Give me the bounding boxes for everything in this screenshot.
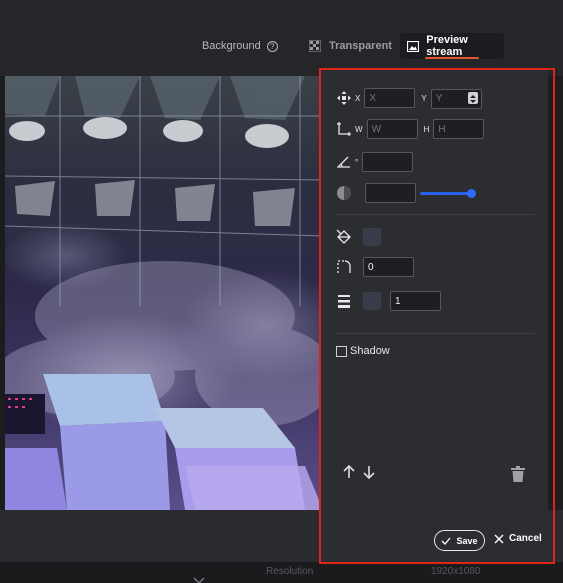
height-input[interactable] bbox=[433, 119, 485, 139]
top-toolbar: Background ? Transparent Preview stream bbox=[0, 0, 563, 76]
transparent-label: Transparent bbox=[329, 40, 392, 52]
corner-radius-icon bbox=[336, 259, 352, 275]
trash-icon[interactable] bbox=[511, 466, 525, 482]
opacity-icon bbox=[336, 185, 352, 201]
x-label: X bbox=[355, 93, 361, 103]
save-label: Save bbox=[456, 535, 478, 546]
rotation-row: ° bbox=[336, 152, 414, 172]
cancel-button[interactable]: Cancel bbox=[494, 533, 542, 544]
section-divider bbox=[336, 214, 535, 215]
image-icon bbox=[406, 38, 420, 54]
preview-stream-label: Preview stream bbox=[426, 34, 468, 58]
position-row: X Y bbox=[336, 88, 482, 109]
width-input[interactable] bbox=[366, 119, 418, 139]
dimensions-icon bbox=[336, 121, 352, 137]
transparent-tab[interactable]: Transparent bbox=[307, 33, 392, 59]
shadow-label: Shadow bbox=[350, 345, 390, 357]
size-row: W H bbox=[336, 119, 485, 139]
corner-radius-row bbox=[336, 257, 414, 277]
preview-stream-tab[interactable]: Preview stream bbox=[400, 33, 504, 59]
fill-bucket-icon bbox=[336, 229, 352, 245]
close-icon bbox=[494, 534, 504, 543]
slider-handle[interactable] bbox=[467, 188, 476, 198]
border-width-input[interactable] bbox=[390, 291, 441, 311]
stream-preview-image bbox=[5, 76, 323, 510]
background-option[interactable]: Background ? bbox=[202, 33, 278, 59]
shadow-checkbox[interactable] bbox=[336, 345, 347, 357]
fill-row bbox=[336, 228, 381, 246]
active-tab-indicator bbox=[425, 57, 479, 59]
opacity-row bbox=[336, 183, 476, 203]
section-divider bbox=[336, 333, 535, 334]
opacity-input[interactable] bbox=[365, 183, 416, 203]
background-label: Background bbox=[202, 40, 261, 52]
angle-icon bbox=[336, 154, 352, 170]
editor-window: Background ? Transparent Preview stream … bbox=[0, 0, 563, 583]
h-label: H bbox=[423, 124, 430, 134]
border-width-icon bbox=[336, 293, 352, 309]
check-icon bbox=[442, 537, 451, 545]
save-button[interactable]: Save bbox=[434, 530, 485, 551]
fill-color-swatch[interactable] bbox=[363, 228, 381, 246]
footer-bar: Resolution 1920x1080 bbox=[0, 562, 563, 583]
w-label: W bbox=[355, 124, 363, 134]
shadow-row[interactable]: Shadow bbox=[336, 345, 390, 357]
chevron-down-icon[interactable] bbox=[193, 572, 205, 583]
arrow-up-icon[interactable] bbox=[343, 464, 355, 484]
opacity-slider[interactable] bbox=[420, 188, 476, 198]
arrow-down-icon[interactable] bbox=[363, 465, 375, 484]
border-color-swatch[interactable] bbox=[363, 292, 381, 310]
help-icon[interactable]: ? bbox=[266, 40, 278, 52]
x-input[interactable] bbox=[364, 88, 416, 109]
y-stepper[interactable] bbox=[430, 88, 482, 109]
border-row bbox=[336, 291, 441, 311]
corner-radius-input[interactable] bbox=[363, 257, 414, 277]
properties-panel bbox=[321, 70, 548, 562]
move-icon bbox=[336, 90, 352, 106]
resolution-label: Resolution bbox=[266, 566, 314, 577]
rotation-input[interactable] bbox=[362, 152, 414, 172]
cancel-label: Cancel bbox=[509, 533, 542, 544]
y-label: Y bbox=[421, 93, 427, 103]
degree-label: ° bbox=[355, 157, 359, 167]
spinner-icon[interactable] bbox=[467, 92, 478, 104]
resolution-value: 1920x1080 bbox=[431, 566, 481, 577]
checkerboard-icon bbox=[307, 38, 323, 54]
